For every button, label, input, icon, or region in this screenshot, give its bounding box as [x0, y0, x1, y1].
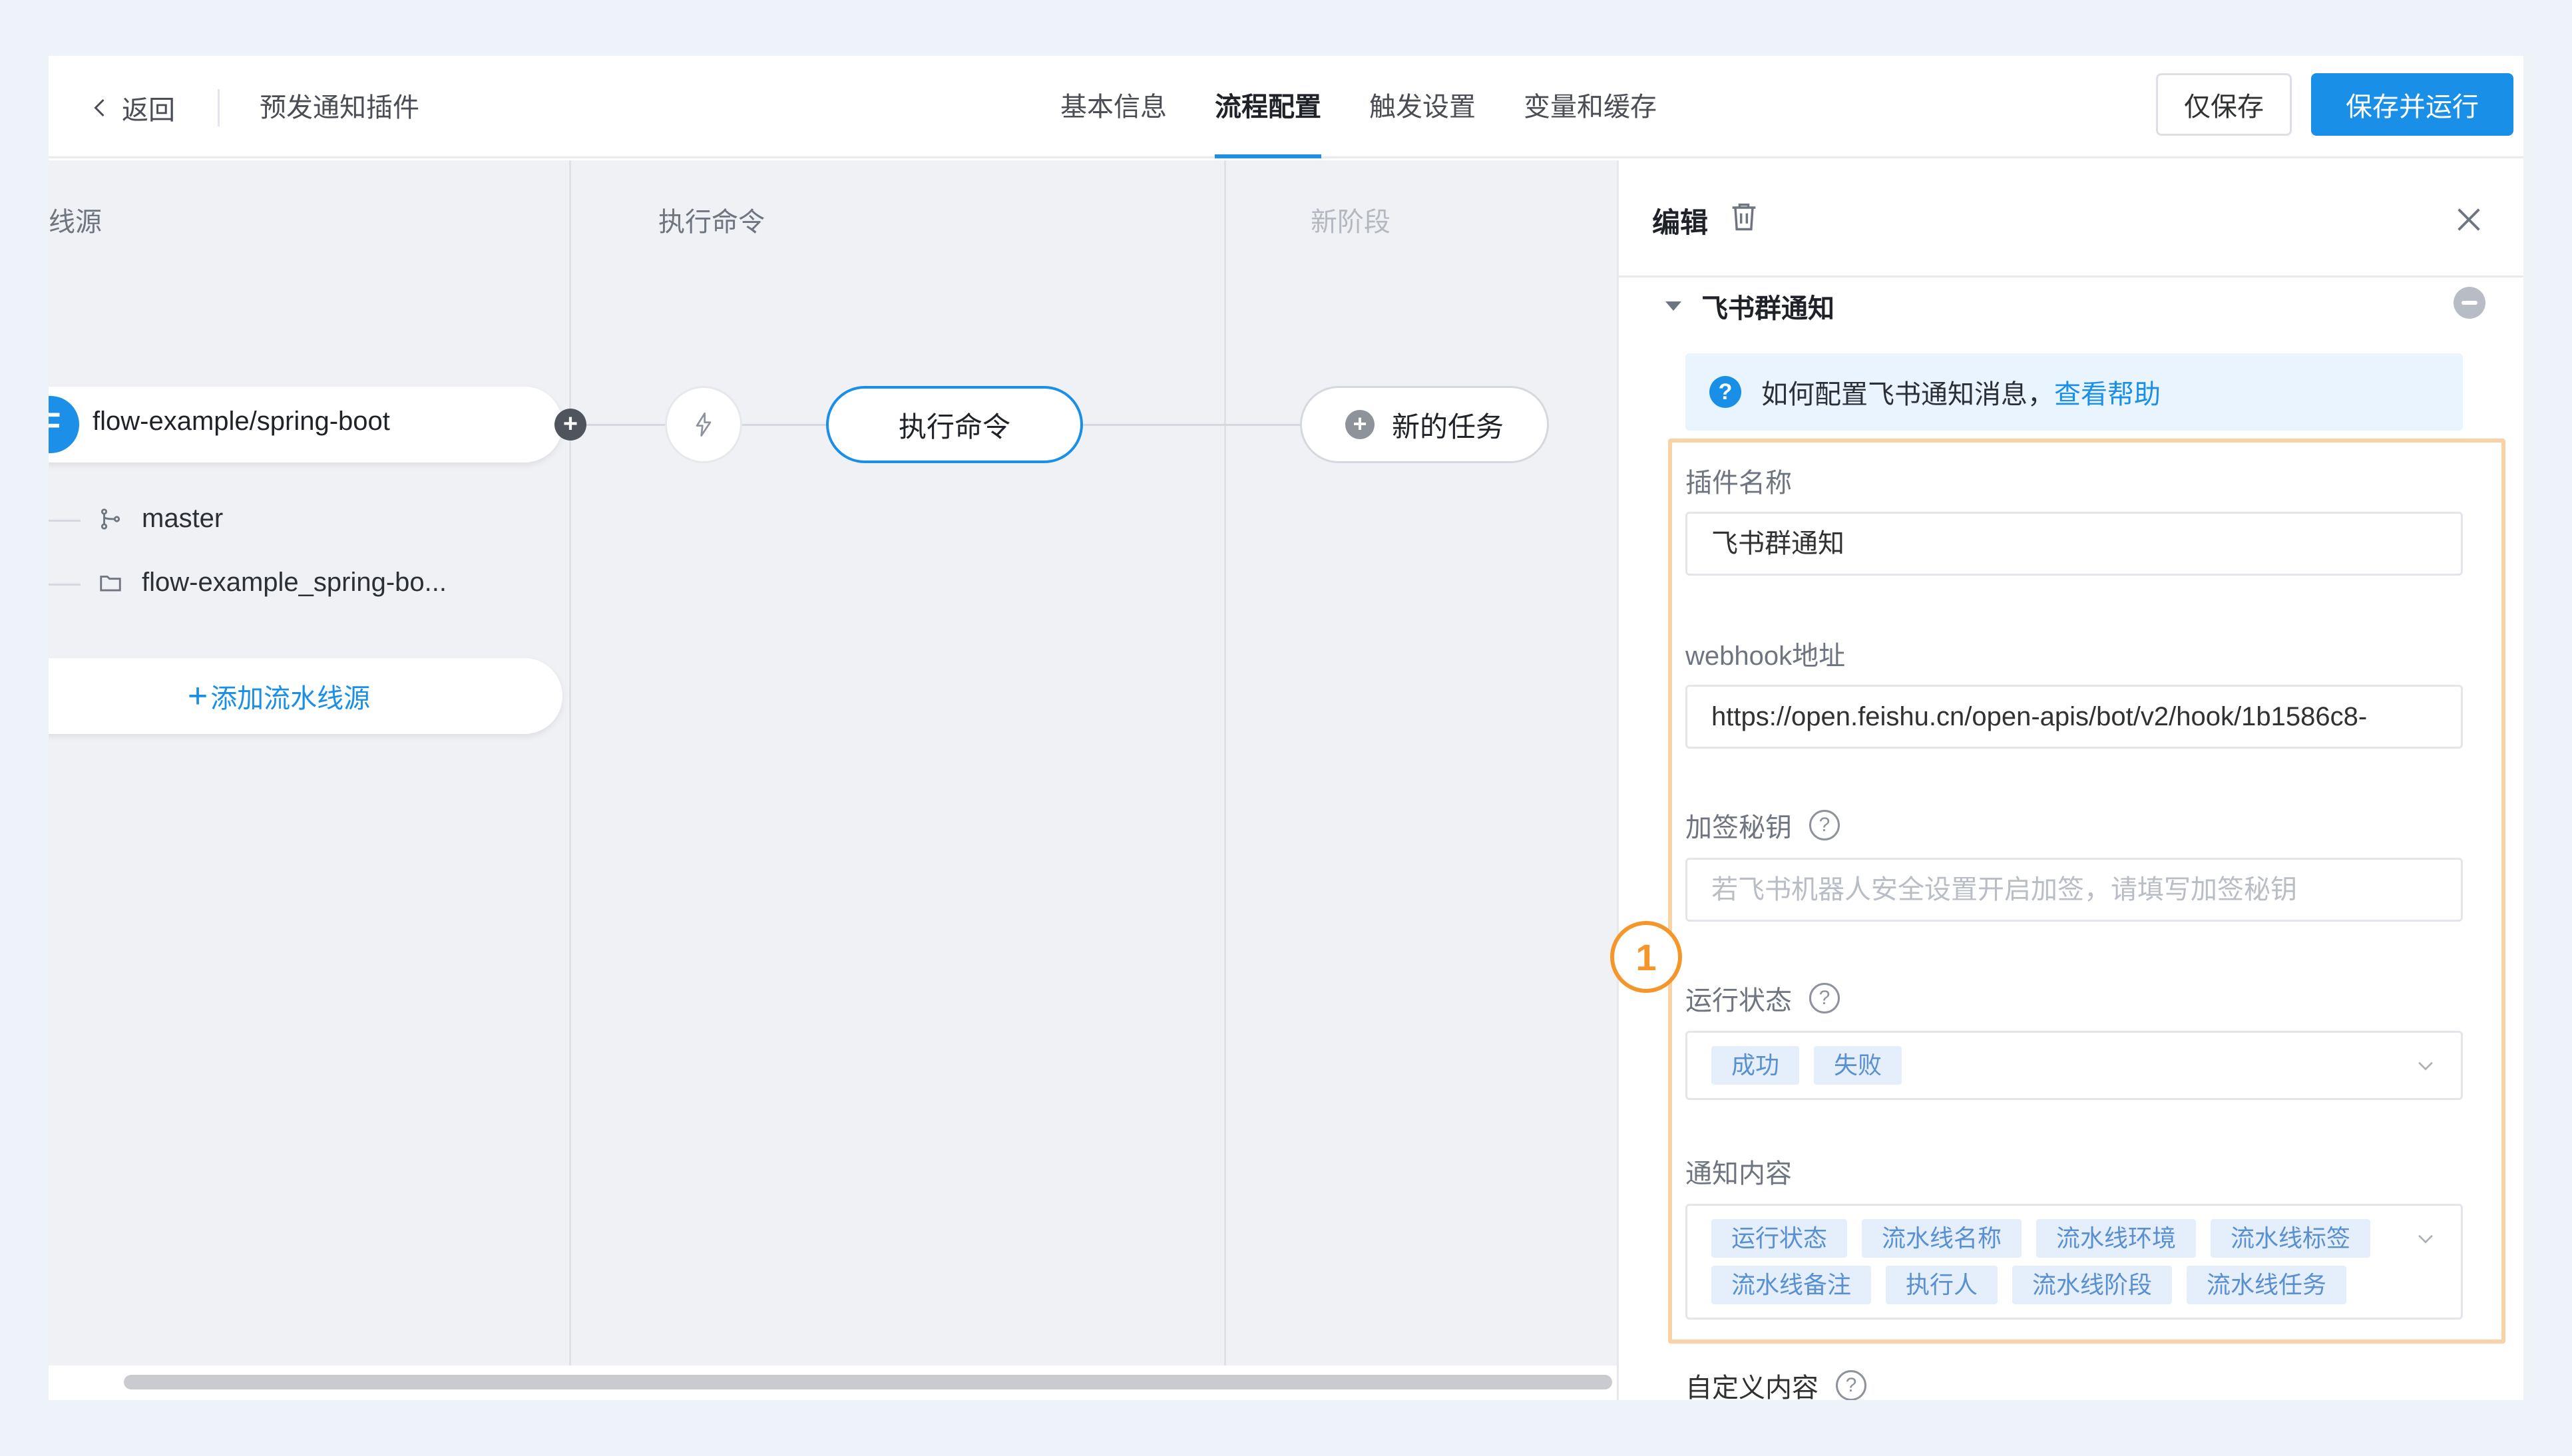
new-task-button[interactable]: + 新的任务 — [1300, 386, 1549, 463]
stage-divider — [569, 160, 571, 1371]
source-logo-icon: F — [49, 396, 79, 453]
tag-item[interactable]: 流水线备注 — [1711, 1266, 1872, 1304]
tag-item[interactable]: 执行人 — [1886, 1266, 1998, 1304]
sign-key-label-text: 加签秘钥 — [1685, 813, 1792, 842]
tag-item[interactable]: 流水线标签 — [2211, 1219, 2371, 1258]
branch-name: master — [142, 504, 224, 533]
annotation-marker: 1 — [1610, 921, 1682, 993]
run-status-label-text: 运行状态 — [1685, 986, 1792, 1015]
tag-failure[interactable]: 失败 — [1814, 1046, 1902, 1085]
run-status-label: 运行状态 ? — [1685, 979, 1840, 1017]
tag-success[interactable]: 成功 — [1711, 1046, 1800, 1085]
save-and-run-button[interactable]: 保存并运行 — [2311, 73, 2513, 136]
help-text: 如何配置飞书通知消息， — [1761, 380, 2054, 409]
help-circle-icon[interactable]: ? — [1809, 810, 1840, 840]
stage-divider — [1224, 160, 1226, 1371]
webhook-label-text: webhook地址 — [1685, 641, 1846, 671]
connector-line — [586, 424, 665, 426]
webhook-label: webhook地址 — [1685, 634, 1845, 673]
panel-header: 编辑 — [1619, 160, 2523, 277]
help-banner: ? 如何配置飞书通知消息， 查看帮助 — [1685, 353, 2463, 431]
branch-item[interactable]: master — [98, 504, 223, 534]
connector-line — [742, 424, 826, 426]
folder-item[interactable]: flow-example_spring-bo... — [98, 568, 447, 598]
exec-command-task[interactable]: 执行命令 — [826, 386, 1083, 463]
custom-content-label: 自定义内容 ? — [1685, 1366, 1866, 1400]
notify-content-select[interactable]: 运行状态 流水线名称 流水线环境 流水线标签 流水线备注 执行人 流水线阶段 流… — [1685, 1204, 2463, 1320]
tab-basic-info[interactable]: 基本信息 — [1060, 56, 1167, 158]
app-window: 返回 预发通知插件 基本信息 流程配置 触发设置 变量和缓存 仅保存 保存并运行… — [49, 56, 2523, 1400]
plugin-name-label: 插件名称 — [1685, 461, 1792, 500]
header-divider — [218, 89, 220, 126]
tag-item[interactable]: 运行状态 — [1711, 1219, 1848, 1258]
help-circle-icon[interactable]: ? — [1809, 983, 1840, 1013]
sign-key-input[interactable]: 若飞书机器人安全设置开启加签，请填写加签秘钥 — [1685, 858, 2463, 922]
trigger-node[interactable] — [665, 386, 742, 463]
top-header: 返回 预发通知插件 基本信息 流程配置 触发设置 变量和缓存 仅保存 保存并运行 — [49, 56, 2523, 158]
horizontal-scrollbar-thumb[interactable] — [124, 1375, 1612, 1389]
section-title: 飞书群通知 — [1701, 294, 1834, 323]
plugin-name-input[interactable]: 飞书群通知 — [1685, 512, 2463, 576]
chevron-down-icon — [2418, 1234, 2433, 1244]
panel-title: 编辑 — [1652, 207, 1709, 238]
add-stage-plus-icon[interactable]: + — [554, 409, 586, 441]
tag-item[interactable]: 流水线环境 — [2036, 1219, 2197, 1258]
notify-content-label-text: 通知内容 — [1685, 1159, 1792, 1188]
branch-icon — [101, 508, 120, 530]
tab-variables-cache[interactable]: 变量和缓存 — [1524, 56, 1657, 158]
chevron-left-icon — [94, 98, 105, 117]
plugin-name-label-text: 插件名称 — [1685, 468, 1792, 498]
stage-title-new: 新阶段 — [1311, 208, 1391, 237]
new-task-label: 新的任务 — [1391, 411, 1504, 443]
question-icon: ? — [1709, 376, 1741, 408]
tree-connector — [49, 584, 81, 586]
source-node[interactable]: F flow-example/spring-boot — [49, 387, 562, 462]
source-repo-name: flow-example/spring-boot — [93, 407, 390, 436]
pipeline-canvas[interactable]: 线源 执行命令 新阶段 F flow-example/spring-boot m… — [49, 160, 1617, 1400]
tag-item[interactable]: 流水线任务 — [2187, 1266, 2347, 1304]
folder-icon — [100, 575, 121, 592]
run-status-select[interactable]: 成功 失败 — [1685, 1031, 2463, 1100]
remove-section-icon[interactable] — [2454, 287, 2485, 319]
add-source-label: 添加流水线源 — [210, 684, 371, 713]
folder-name: flow-example_spring-bo... — [142, 568, 447, 597]
chevron-down-icon — [2418, 1061, 2433, 1071]
tag-item[interactable]: 流水线名称 — [1862, 1219, 2022, 1258]
trash-icon[interactable] — [1727, 199, 1761, 234]
close-icon[interactable] — [2454, 204, 2484, 235]
section-toggle[interactable]: 飞书群通知 — [1665, 287, 1834, 325]
edit-panel: 编辑 飞书群通知 ? 如何配置飞书通知消息， 查看帮助 插件名称 飞书群通知 w… — [1617, 160, 2523, 1400]
connector-line — [1083, 424, 1300, 426]
tab-trigger-settings[interactable]: 触发设置 — [1369, 56, 1476, 158]
help-link[interactable]: 查看帮助 — [2054, 373, 2161, 411]
caret-down-icon — [1665, 301, 1681, 311]
lightning-icon — [696, 413, 712, 437]
sign-key-label: 加签秘钥 ? — [1685, 806, 1840, 844]
page-title: 预发通知插件 — [260, 93, 419, 122]
help-circle-icon[interactable]: ? — [1836, 1370, 1866, 1400]
custom-content-label-text: 自定义内容 — [1685, 1373, 1819, 1400]
add-source-button[interactable]: + 添加流水线源 — [49, 658, 562, 734]
plus-icon: + — [187, 677, 208, 715]
back-label: 返回 — [122, 96, 175, 125]
tab-bar: 基本信息 流程配置 触发设置 变量和缓存 — [1060, 56, 1705, 158]
tag-item[interactable]: 流水线阶段 — [2012, 1266, 2173, 1304]
back-button[interactable]: 返回 — [89, 88, 175, 128]
notify-content-label: 通知内容 — [1685, 1152, 1792, 1190]
tab-flow-config[interactable]: 流程配置 — [1215, 56, 1321, 158]
stage-title-source: 线源 — [49, 208, 102, 237]
plus-circle-icon: + — [1345, 410, 1375, 439]
stage-title-exec: 执行命令 — [658, 208, 765, 237]
save-only-button[interactable]: 仅保存 — [2156, 73, 2292, 136]
tree-connector — [49, 520, 81, 522]
webhook-input[interactable]: https://open.feishu.cn/open-apis/bot/v2/… — [1685, 685, 2463, 749]
